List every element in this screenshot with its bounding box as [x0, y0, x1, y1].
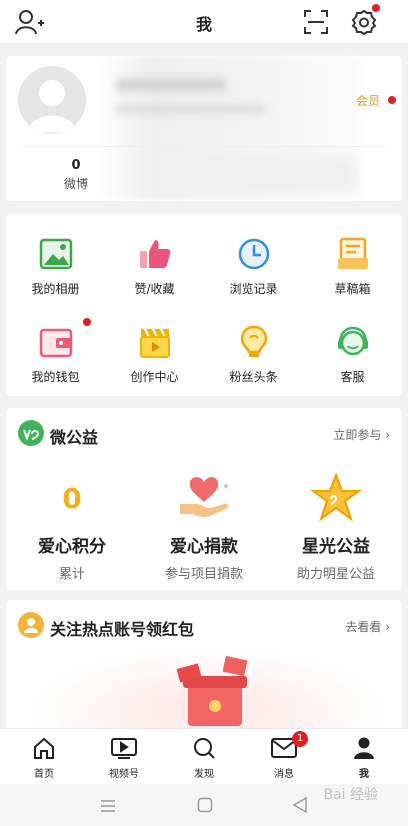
tab-home[interactable]: 首页 [4, 735, 84, 780]
chevron-right-icon: › [385, 620, 390, 634]
tab-label: 视频号 [109, 769, 139, 780]
thumbs-up-icon [137, 236, 173, 272]
charity-donation[interactable]: 爱心捐款 参与项目捐款 [138, 472, 270, 582]
vip-link[interactable]: 会员 [356, 92, 380, 109]
grid-item-history[interactable]: 浏览记录 [204, 216, 303, 296]
function-grid: 我的相册 赞/收藏 浏览记录 草稿箱 我的钱包 创作中心 粉丝头条 客服 [6, 214, 402, 396]
tab-label: 发现 [194, 769, 214, 780]
grid-item-creator-center[interactable]: 创作中心 [105, 304, 204, 384]
donation-heart-hand-icon [138, 472, 270, 524]
photo-album-icon [38, 236, 74, 272]
charity-star[interactable]: 星光公益 助力明星公益 [270, 472, 402, 582]
bottom-tab-bar: 首页 视频号 发现 1 消息 我 [0, 728, 408, 784]
customer-service-icon [335, 324, 371, 360]
grid-item-fans-headline[interactable]: 粉丝头条 [204, 304, 303, 384]
wallet-notification-dot [83, 318, 91, 326]
profile-icon [324, 735, 404, 761]
grid-item-drafts[interactable]: 草稿箱 [303, 216, 402, 296]
avatar[interactable] [18, 66, 86, 134]
hot-account-icon [18, 612, 44, 638]
grid-item-likes[interactable]: 赞/收藏 [105, 216, 204, 296]
tab-label: 我 [359, 769, 369, 780]
back-triangle-icon[interactable] [292, 796, 308, 818]
grid-item-wallet[interactable]: 我的钱包 [6, 304, 105, 384]
tab-label: 首页 [34, 769, 54, 780]
blurred-stats [176, 156, 356, 192]
tab-label: 消息 [274, 769, 294, 780]
hot-accounts-link[interactable]: 去看看 › [345, 618, 390, 635]
history-clock-icon [236, 236, 272, 272]
charity-logo-icon [18, 420, 44, 446]
charity-col-subtitle: 参与项目捐款 [164, 567, 243, 582]
fans-headline-icon [236, 324, 272, 360]
hot-accounts-title: 关注热点账号领红包 [50, 620, 195, 639]
tab-messages[interactable]: 1 消息 [244, 731, 324, 780]
grid-item-label: 客服 [340, 370, 365, 384]
video-icon [84, 735, 164, 761]
divider [18, 146, 390, 147]
blurred-user-desc [116, 104, 266, 114]
discover-icon [164, 735, 244, 761]
settings-icon[interactable] [348, 4, 380, 38]
star-charity-icon [270, 472, 402, 524]
wallet-icon [38, 324, 74, 360]
chevron-right-icon: › [385, 428, 390, 442]
grid-item-label: 我的钱包 [31, 370, 80, 384]
grid-item-label: 创作中心 [130, 370, 179, 384]
menu-icon[interactable] [100, 798, 116, 817]
message-badge: 1 [292, 731, 308, 747]
charity-col-title: 爱心捐款 [170, 537, 238, 557]
grid-item-label: 浏览记录 [229, 282, 278, 296]
hot-accounts-section[interactable]: 关注热点账号领红包 去看看 › [6, 600, 402, 730]
charity-love-points[interactable]: 0 爱心积分 累计 [6, 472, 138, 583]
grid-item-my-album[interactable]: 我的相册 [6, 216, 105, 296]
charity-join-text: 立即参与 [333, 428, 382, 442]
charity-col-title: 爱心积分 [38, 537, 106, 557]
tab-video[interactable]: 视频号 [84, 735, 164, 780]
love-points-number: 0 [62, 481, 82, 515]
baidu-watermark: Bai 经验 [323, 787, 378, 803]
creator-video-icon [137, 324, 173, 360]
love-points-value: 0 [6, 472, 138, 524]
tab-me[interactable]: 我 [324, 735, 404, 780]
stat-label: 微博 [63, 177, 88, 191]
grid-item-customer-service[interactable]: 客服 [303, 304, 402, 384]
scan-icon[interactable] [300, 6, 332, 38]
red-envelope-illustration [28, 648, 388, 730]
grid-item-label: 我的相册 [31, 282, 80, 296]
charity-col-subtitle: 累计 [58, 567, 85, 582]
blurred-username [116, 78, 226, 92]
profile-card[interactable]: 会员 0 微博 [6, 56, 402, 201]
vip-notification-dot [388, 96, 396, 104]
message-icon: 1 [244, 731, 324, 761]
charity-title: 微公益 [50, 428, 99, 447]
hot-accounts-link-text: 去看看 [345, 620, 382, 634]
grid-item-label: 草稿箱 [334, 282, 371, 296]
home-square-icon[interactable] [197, 797, 213, 817]
charity-join-link[interactable]: 立即参与 › [333, 426, 390, 443]
drafts-icon [335, 236, 371, 272]
home-icon [4, 735, 84, 761]
top-bar: 我 [0, 0, 408, 44]
charity-col-subtitle: 助力明星公益 [296, 567, 375, 582]
grid-item-label: 粉丝头条 [229, 370, 278, 384]
charity-col-title: 星光公益 [302, 537, 370, 557]
settings-notification-dot [372, 4, 380, 12]
stat-value: 0 [71, 158, 81, 173]
tab-discover[interactable]: 发现 [164, 735, 244, 780]
charity-section: 微公益 立即参与 › 0 爱心积分 累计 爱心捐款 参与项目捐款 星光公益 助力… [6, 408, 402, 590]
weibo-count-stat[interactable]: 0 微博 [46, 158, 106, 192]
grid-item-label: 赞/收藏 [134, 282, 175, 296]
page-title: 我 [195, 15, 212, 34]
